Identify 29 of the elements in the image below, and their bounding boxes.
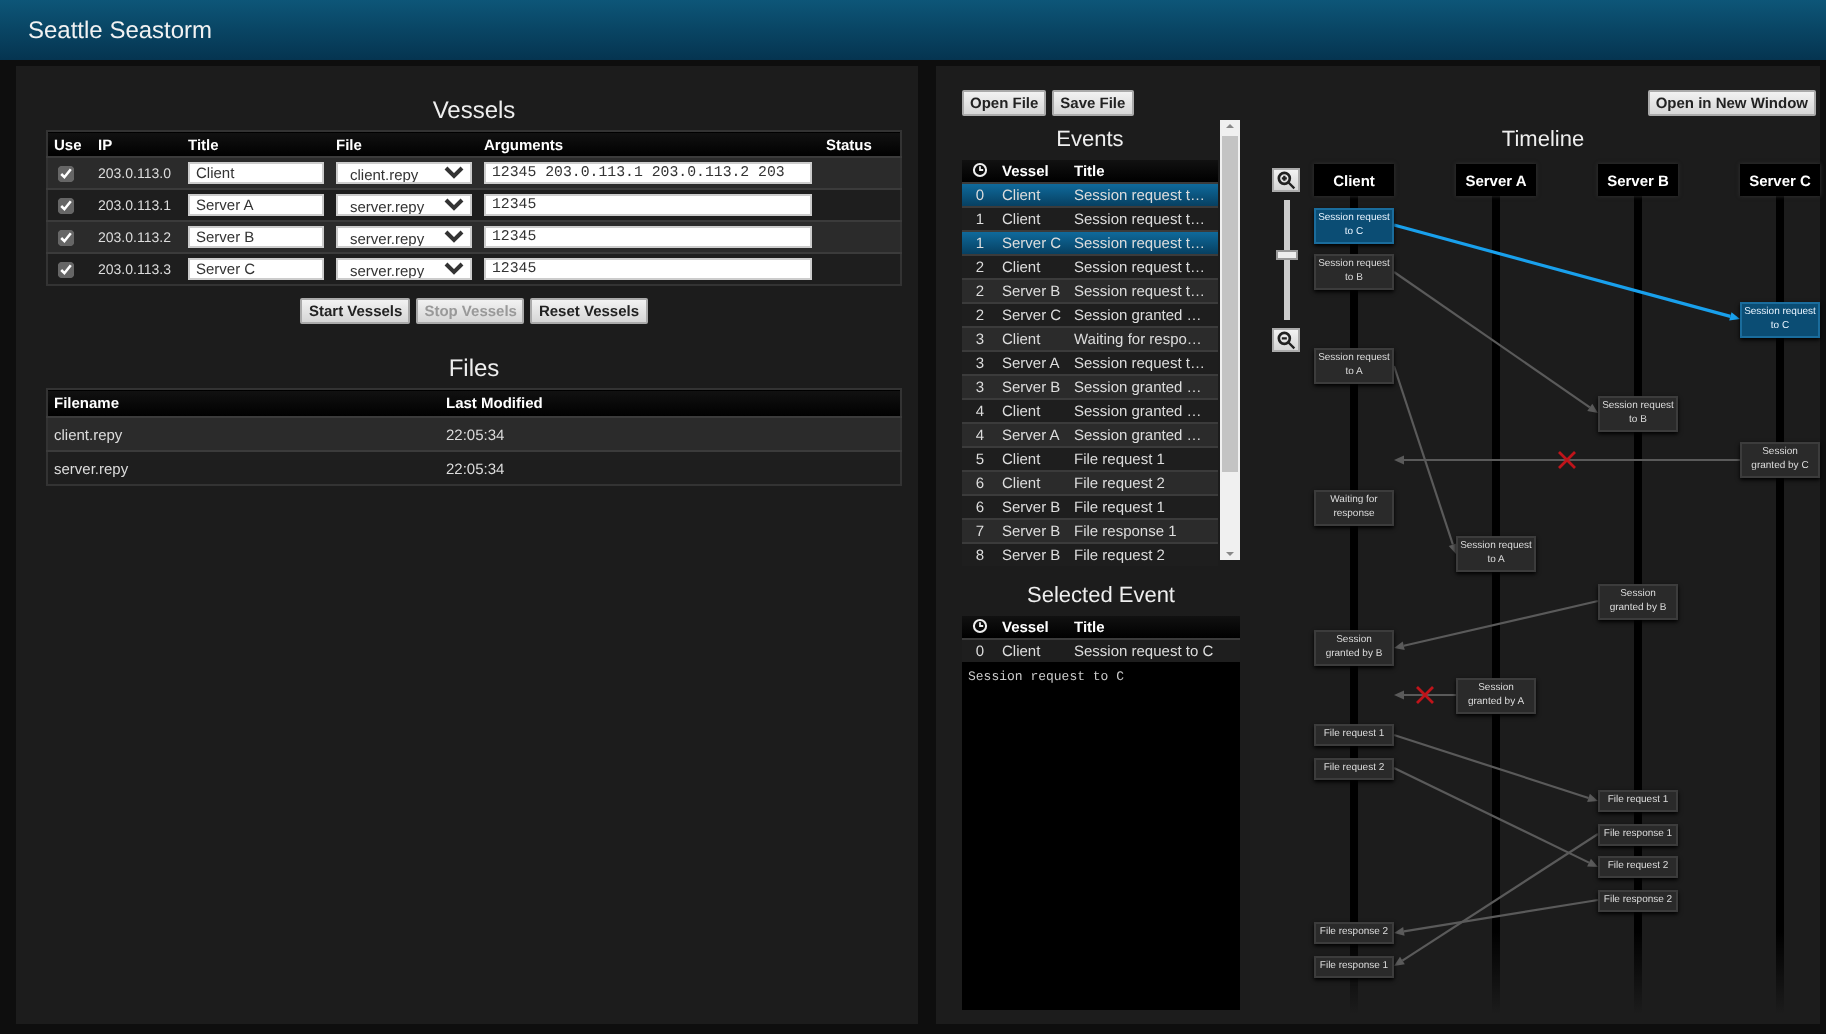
section-title: Timeline [1499,126,1587,156]
use-checkbox[interactable] [58,230,74,246]
clock-icon [972,617,988,633]
cross-icon [1415,685,1435,705]
scrollbar[interactable] [1220,120,1240,560]
message-arrow[interactable] [1393,767,1598,867]
zoom-in-button[interactable] [1272,168,1300,192]
zoom-out-icon [1276,330,1296,350]
use-checkbox[interactable] [58,166,74,182]
message-arrow[interactable] [1394,833,1599,966]
message-arrow[interactable] [1394,898,1599,936]
cross-icon [1557,450,1577,470]
zoom-out-button[interactable] [1272,328,1300,352]
scrollbar-thumb[interactable] [1222,136,1238,472]
use-checkbox[interactable] [58,262,74,278]
section-title: Events [1054,126,1126,156]
slider-thumb[interactable] [1275,250,1297,260]
use-checkbox[interactable] [58,198,74,214]
message-arrow[interactable] [1393,223,1740,321]
message-arrow[interactable] [1394,455,1740,465]
clock-icon [972,161,988,177]
message-arrow[interactable] [1394,599,1599,651]
message-arrow[interactable] [1394,690,1456,700]
zoom-in-icon [1276,170,1296,190]
message-arrow[interactable] [1393,733,1598,803]
section-title: Selected Event [1025,582,1177,612]
section-title: Files [448,352,500,384]
section-title: Vessels [432,94,516,126]
app-title: Seattle Seastorm [28,16,213,44]
